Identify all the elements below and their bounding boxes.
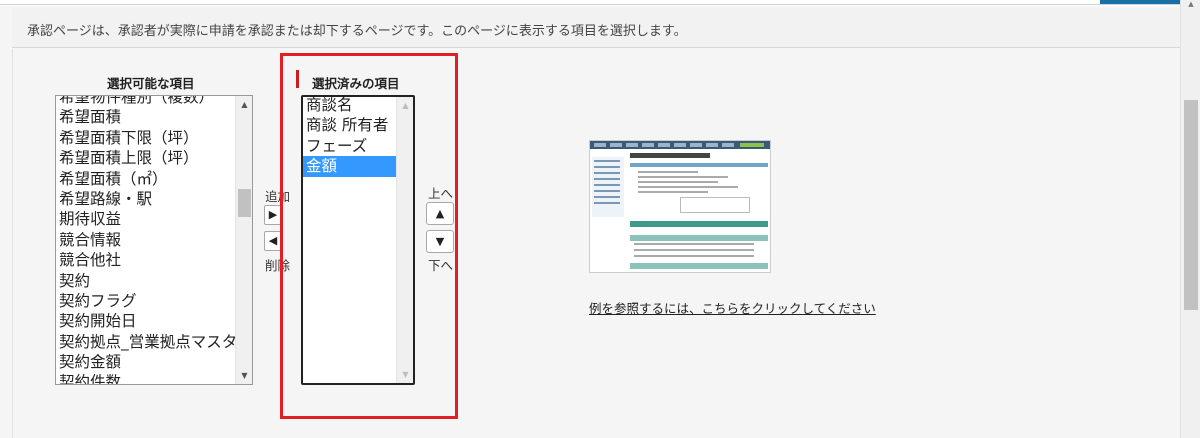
list-item[interactable]: 希望面積下限（坪） [56,128,235,148]
scroll-down-icon[interactable]: ▼ [397,366,413,383]
list-item[interactable]: 競合情報 [56,230,235,250]
list-item[interactable]: フェーズ [303,136,396,156]
scroll-thumb[interactable] [238,189,251,217]
example-link[interactable]: 例を参照するには、こちらをクリックしてください [589,298,876,317]
available-items-list[interactable]: 希望物件種別（複数） 希望面積 希望面積下限（坪） 希望面積上限（坪） 希望面積（㎡）希… [55,95,253,385]
scroll-up-icon[interactable]: ▲ [397,97,413,114]
example-thumbnail [589,140,771,273]
available-items-container: 希望物件種別（複数） 希望面積 希望面積下限（坪） 希望面積上限（坪） 希望面積（㎡）希… [56,96,235,384]
top-divider [0,4,1180,5]
available-items-label: 選択可能な項目 [107,76,195,91]
remove-button[interactable]: ◀ [264,231,282,251]
list-item[interactable]: 希望路線・駅 [56,189,235,209]
thumbnail-title [630,153,710,158]
add-label: 追加 [265,189,291,204]
list-item[interactable]: 希望面積（㎡） [56,169,235,189]
list-item[interactable]: 金額 [303,156,396,177]
page-description-bar: 承認ページは、承認者が実際に申請を承認または却下するページです。このページに表示… [12,8,1180,48]
top-bar [0,0,1200,6]
list-item[interactable]: 契約金額 [56,352,235,372]
scroll-up-icon[interactable]: ▲ [236,96,252,113]
list-item[interactable]: 契約 [56,271,235,291]
thumbnail-section-bar [630,163,768,167]
page-description: 承認ページは、承認者が実際に申請を承認または却下するページです。このページに表示… [27,24,687,39]
list-item[interactable]: 競合他社 [56,250,235,270]
move-up-label: 上へ [428,186,454,201]
page-scroll-up-icon[interactable]: ▲ [1181,0,1200,12]
down-triangle-icon: ▼ [435,235,445,248]
required-marker [296,70,299,88]
right-arrow-icon: ▶ [268,208,278,221]
list-item[interactable]: 契約件数 [56,372,235,384]
scroll-down-icon[interactable]: ▼ [236,367,252,384]
list-item[interactable]: 商談名 [303,97,396,115]
available-list-scrollbar[interactable]: ▲ ▼ [235,96,252,384]
selected-items-label: 選択済みの項目 [312,76,400,91]
thumbnail-nav [590,141,770,149]
page-scroll-thumb[interactable] [1184,100,1198,310]
thumbnail-header-bar [630,221,768,227]
remove-label: 削除 [265,258,291,273]
list-item[interactable]: 希望物件種別（複数） [56,96,235,107]
left-arrow-icon: ◀ [268,234,278,247]
list-item[interactable]: 商談 所有者 [303,115,396,135]
up-triangle-icon: ▲ [435,207,445,220]
list-item[interactable]: 契約開始日 [56,311,235,331]
selected-items-container: 商談名 商談 所有者 フェーズ 金額 [303,97,396,383]
selected-items-list[interactable]: 商談名 商談 所有者 フェーズ 金額 ▲ ▼ [301,95,415,385]
list-item[interactable]: 期待収益 [56,209,235,229]
page-scrollbar[interactable]: ▲ [1180,0,1200,438]
thumbnail-sidebar [592,157,624,217]
list-item[interactable]: 契約フラグ [56,291,235,311]
thumbnail-comment-box [680,197,750,213]
list-item[interactable]: 契約拠点_営業拠点マスタ [56,332,235,352]
list-item[interactable]: 希望面積上限（坪） [56,148,235,168]
move-down-label: 下へ [428,258,454,273]
move-down-button[interactable]: ▼ [426,230,454,253]
selected-list-scrollbar[interactable]: ▲ ▼ [396,97,413,383]
add-button[interactable]: ▶ [264,205,282,225]
list-item[interactable]: 希望面積 [56,107,235,127]
move-up-button[interactable]: ▲ [426,202,454,225]
